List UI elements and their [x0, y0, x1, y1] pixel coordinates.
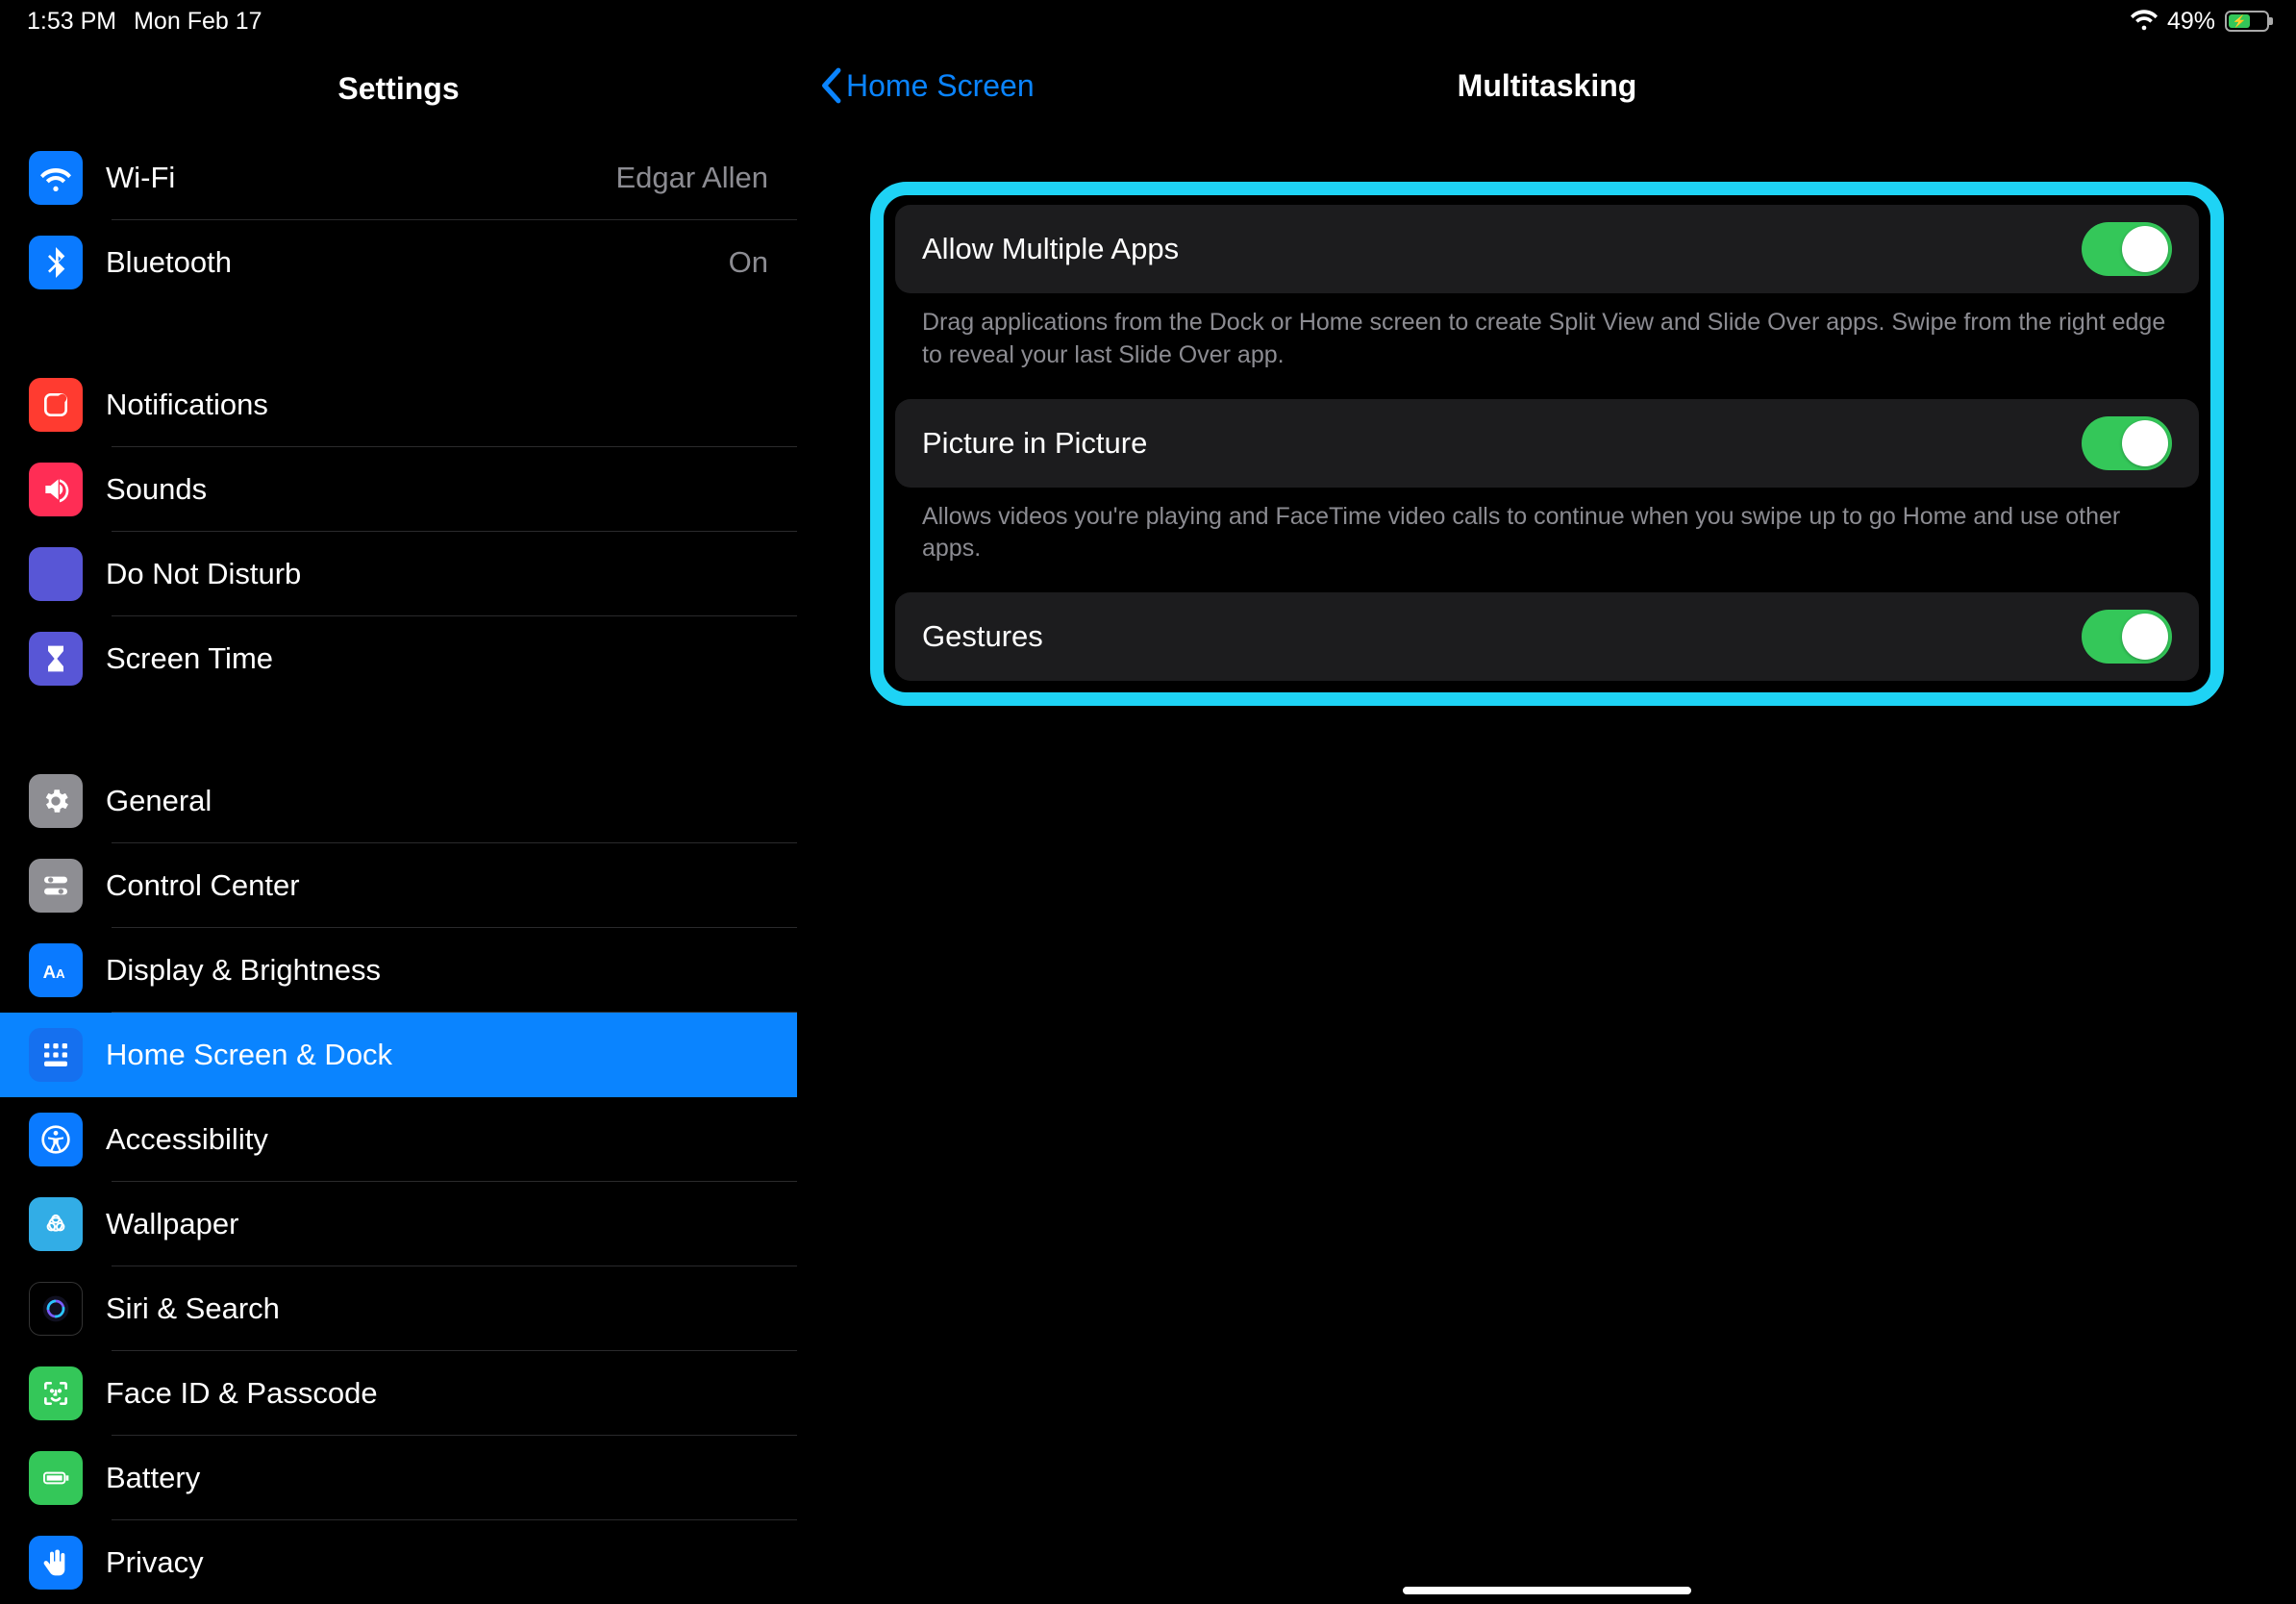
sidebar-item-label: Control Center	[106, 868, 768, 903]
sidebar-item-label: Screen Time	[106, 641, 768, 676]
sidebar-item-label: Home Screen & Dock	[106, 1038, 768, 1072]
sidebar-item-face-id-passcode[interactable]: Face ID & Passcode	[0, 1351, 797, 1436]
chevron-left-icon	[817, 67, 844, 104]
faceid-icon	[29, 1366, 83, 1420]
setting-footer: Drag applications from the Dock or Home …	[895, 293, 2199, 399]
sidebar-item-label: Accessibility	[106, 1122, 768, 1157]
setting-label: Picture in Picture	[922, 426, 1147, 461]
moon-icon	[29, 547, 83, 601]
sidebar-item-label: Face ID & Passcode	[106, 1376, 768, 1411]
sidebar-item-sounds[interactable]: Sounds	[0, 447, 797, 532]
setting-footer: Allows videos you're playing and FaceTim…	[895, 488, 2199, 593]
detail-pane: Home Screen Multitasking Allow Multiple …	[798, 0, 2296, 1604]
sidebar-item-home-screen-dock[interactable]: Home Screen & Dock	[0, 1013, 797, 1097]
settings-sidebar[interactable]: Settings Wi-Fi Edgar Allen Bluetooth On Noti…	[0, 0, 798, 1604]
sidebar-item-accessibility[interactable]: Accessibility	[0, 1097, 797, 1182]
sidebar-item-do-not-disturb[interactable]: Do Not Disturb	[0, 532, 797, 616]
sidebar-item-label: Privacy	[106, 1545, 768, 1580]
highlighted-settings-group: Allow Multiple Apps Drag applications fro…	[870, 182, 2224, 706]
wifi-status-icon	[2131, 5, 2158, 38]
hand-icon	[29, 1536, 83, 1590]
hourglass-icon	[29, 632, 83, 686]
sidebar-item-siri-search[interactable]: Siri & Search	[0, 1266, 797, 1351]
sidebar-item-notifications[interactable]: Notifications	[0, 363, 797, 447]
sidebar-item-label: Wi-Fi	[106, 161, 592, 195]
sidebar-item-privacy[interactable]: Privacy	[0, 1520, 797, 1604]
setting-label: Gestures	[922, 619, 1043, 654]
setting-row-picture-in-picture: Picture in Picture	[895, 399, 2199, 488]
sidebar-title: Settings	[0, 42, 797, 136]
sidebar-item-control-center[interactable]: Control Center	[0, 843, 797, 928]
sounds-icon	[29, 463, 83, 516]
sidebar-item-bluetooth[interactable]: Bluetooth On	[0, 220, 797, 305]
text-size-icon: AA	[29, 943, 83, 997]
sidebar-item-label: Wallpaper	[106, 1207, 768, 1241]
gear-icon	[29, 774, 83, 828]
sidebar-item-label: General	[106, 784, 768, 818]
status-bar: 1:53 PM Mon Feb 17 49% ⚡	[0, 0, 2296, 42]
toggles-icon	[29, 859, 83, 913]
sidebar-item-label: Do Not Disturb	[106, 557, 768, 591]
sidebar-item-battery[interactable]: Battery	[0, 1436, 797, 1520]
home-dock-icon	[29, 1028, 83, 1082]
battery-icon	[29, 1451, 83, 1505]
toggle-switch[interactable]	[2082, 610, 2172, 664]
wifi-icon	[29, 151, 83, 205]
setting-row-allow-multiple-apps: Allow Multiple Apps	[895, 205, 2199, 293]
sidebar-item-screen-time[interactable]: Screen Time	[0, 616, 797, 701]
toggle-switch[interactable]	[2082, 416, 2172, 470]
status-date: Mon Feb 17	[134, 8, 262, 36]
setting-row-gestures: Gestures	[895, 592, 2199, 681]
notifications-icon	[29, 378, 83, 432]
sidebar-item-label: Battery	[106, 1461, 768, 1495]
detail-title: Multitasking	[1458, 68, 1637, 104]
sidebar-item-value: Edgar Allen	[615, 161, 768, 195]
back-label: Home Screen	[846, 68, 1035, 104]
wallpaper-icon	[29, 1197, 83, 1251]
svg-text:A: A	[56, 966, 65, 981]
back-button[interactable]: Home Screen	[817, 67, 1035, 104]
bluetooth-icon	[29, 236, 83, 289]
sidebar-item-label: Bluetooth	[106, 245, 706, 280]
battery-status-icon: ⚡	[2225, 11, 2269, 32]
sidebar-item-display-brightness[interactable]: AA Display & Brightness	[0, 928, 797, 1013]
status-time: 1:53 PM	[27, 8, 116, 36]
sidebar-item-label: Siri & Search	[106, 1291, 768, 1326]
sidebar-item-wallpaper[interactable]: Wallpaper	[0, 1182, 797, 1266]
setting-label: Allow Multiple Apps	[922, 232, 1179, 266]
battery-percent: 49%	[2167, 8, 2215, 36]
toggle-switch[interactable]	[2082, 222, 2172, 276]
sidebar-item-general[interactable]: General	[0, 759, 797, 843]
svg-text:A: A	[43, 962, 56, 982]
sidebar-item-value: On	[729, 245, 768, 280]
sidebar-item-label: Sounds	[106, 472, 768, 507]
sidebar-item-label: Display & Brightness	[106, 953, 768, 988]
home-indicator[interactable]	[1403, 1587, 1691, 1594]
sidebar-item-wi-fi[interactable]: Wi-Fi Edgar Allen	[0, 136, 797, 220]
sidebar-item-label: Notifications	[106, 388, 768, 422]
accessibility-icon	[29, 1113, 83, 1166]
siri-icon	[29, 1282, 83, 1336]
